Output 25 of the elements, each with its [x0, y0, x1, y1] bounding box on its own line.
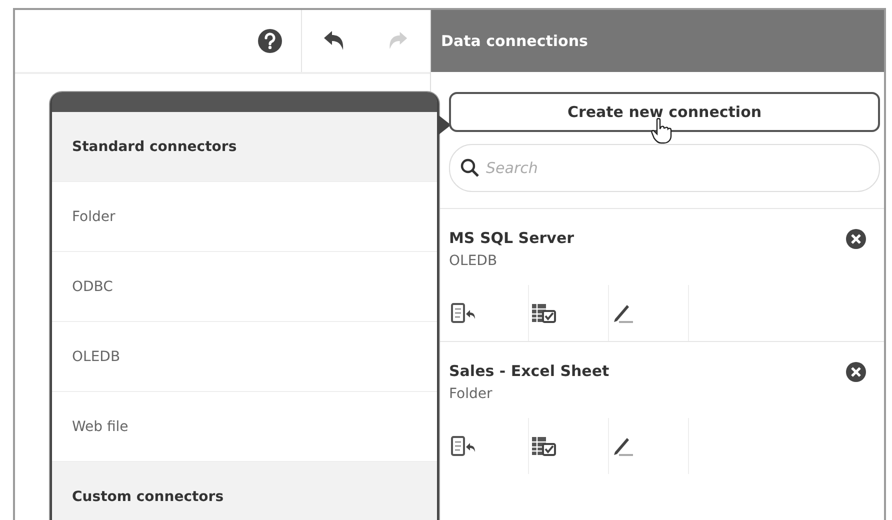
help-icon — [256, 28, 282, 54]
hand-cursor-icon — [651, 118, 673, 144]
delete-icon[interactable] — [846, 229, 866, 249]
undo-icon — [322, 30, 346, 52]
connection-name: Sales - Excel Sheet — [449, 362, 610, 380]
table-check-icon — [531, 302, 557, 324]
delete-icon[interactable] — [846, 362, 866, 382]
connection-name: MS SQL Server — [449, 229, 574, 247]
table-check-icon — [531, 435, 557, 457]
redo-icon — [387, 31, 409, 51]
search-field[interactable]: Search — [449, 144, 880, 192]
select-data-button[interactable] — [529, 418, 609, 474]
document-arrow-icon — [451, 302, 477, 324]
connection-card[interactable]: MS SQL Server OLEDB — [431, 208, 884, 341]
menu-section-header: Custom connectors — [52, 462, 437, 520]
search-icon — [460, 158, 480, 178]
connection-card[interactable]: Sales - Excel Sheet Folder — [431, 341, 884, 474]
select-data-button[interactable] — [529, 285, 609, 341]
load-data-button[interactable] — [449, 418, 529, 474]
menu-section-header: Standard connectors — [52, 112, 437, 182]
document-arrow-icon — [451, 435, 477, 457]
load-data-button[interactable] — [449, 285, 529, 341]
connection-type: Folder — [449, 386, 494, 402]
panel-header: Data connections — [431, 10, 884, 72]
connection-type: OLEDB — [449, 253, 498, 269]
